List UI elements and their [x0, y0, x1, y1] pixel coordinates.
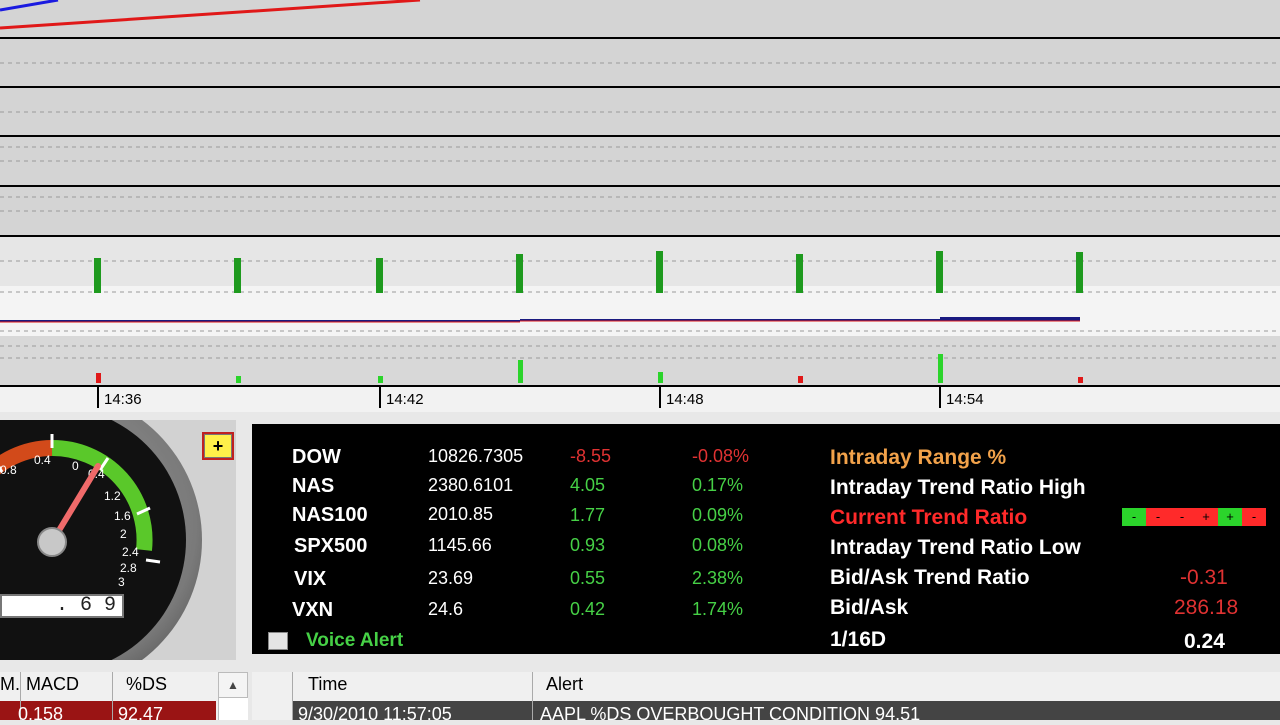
scroll-up-button[interactable]: ▲: [218, 672, 248, 698]
gauge-scale-label: 2: [120, 527, 127, 541]
signal-mark: [96, 373, 101, 383]
volume-bar: [936, 251, 943, 293]
intraday-range-label: Intraday Range %: [830, 446, 1007, 469]
column-header-alert[interactable]: Alert: [546, 674, 583, 695]
gauge-scale-label: 3: [118, 575, 125, 589]
bid-ask-label: Bid/Ask: [830, 596, 909, 619]
signal-mark: [658, 372, 663, 383]
volume-bar: [234, 258, 241, 293]
gauge-scale-label: 0: [72, 459, 79, 473]
alert-text-cell: AAPL %DS OVERBOUGHT CONDITION 94.51: [540, 704, 921, 724]
signal-mark: [378, 376, 383, 383]
market-value: 1145.66: [428, 535, 492, 555]
market-summary-panel: [252, 424, 1280, 654]
market-symbol: VIX: [294, 568, 327, 590]
signal-mark: [938, 354, 943, 383]
signal-mark: [518, 360, 523, 383]
ratio-cell: +: [1218, 508, 1242, 526]
gauge-tick: [145, 558, 161, 564]
column-separator: [532, 672, 533, 720]
sixteenth-value: 0.24: [1184, 630, 1225, 653]
gauge-scale-label: 1.6: [114, 509, 131, 523]
gauge-scale-label: 0.8: [0, 463, 17, 477]
market-symbol: NAS100: [292, 504, 368, 526]
trend-ratio-low-label: Intraday Trend Ratio Low: [830, 536, 1081, 559]
signal-mark: [236, 376, 241, 383]
volume-bar: [376, 258, 383, 293]
signal-panel-bg: [0, 336, 1280, 386]
alarm-add-button[interactable]: +: [202, 432, 234, 460]
market-pct: 2.38%: [692, 568, 744, 588]
market-value: 2380.6101: [428, 475, 514, 495]
chart-canvas: 14:36 14:42 14:48 14:54: [0, 0, 1280, 412]
gauge-scale-label: 1.2: [104, 489, 121, 503]
price-panel-bg: [0, 0, 1280, 236]
signal-mark: [798, 376, 803, 383]
gauge-panel: 0.8 0.4 0 0.4 1.2 1.6 2 2.4 2.8 3: [0, 390, 236, 690]
market-symbol: DOW: [292, 446, 341, 468]
market-value: 2010.85: [428, 504, 494, 524]
market-value: 10826.7305: [428, 446, 524, 466]
column-separator: [292, 672, 293, 720]
volume-bar: [516, 254, 523, 293]
trend-ratio-high-label: Intraday Trend Ratio High: [830, 476, 1086, 499]
gauge-readout: . 6 9: [0, 594, 124, 618]
market-pct: 0.17%: [692, 475, 744, 495]
ratio-cell: -: [1242, 508, 1266, 526]
scrollbar-track[interactable]: [218, 698, 248, 720]
trend-ratio-indicator: - - - + + -: [1122, 508, 1266, 526]
alert-time-cell: 9/30/2010 11:57:05: [298, 704, 452, 724]
column-header-macd[interactable]: MACD: [26, 674, 79, 695]
gauge-scale-label: 2.4: [122, 545, 139, 559]
market-pct: -0.08%: [692, 446, 750, 466]
volume-bar: [1076, 252, 1083, 293]
x-tick-label: 14:42: [386, 391, 424, 408]
bid-ask-trend-value: -0.31: [1180, 566, 1228, 589]
ratio-cell: +: [1194, 508, 1218, 526]
market-change: -8.55: [570, 446, 612, 466]
gauge-scale-label: 2.8: [120, 561, 137, 575]
column-header-ds[interactable]: %DS: [126, 674, 167, 695]
market-pct: 0.09%: [692, 505, 744, 525]
x-tick-label: 14:36: [104, 391, 142, 408]
market-value: 23.69: [428, 568, 474, 588]
trend-panel-bg: [0, 286, 1280, 336]
gauge-hub: [37, 527, 67, 557]
ratio-cell: -: [1146, 508, 1170, 526]
market-symbol: NAS: [292, 475, 335, 497]
time-axis-bg: [0, 386, 1280, 412]
market-symbol: SPX500: [294, 535, 368, 557]
bid-ask-trend-label: Bid/Ask Trend Ratio: [830, 566, 1030, 589]
ratio-cell: -: [1170, 508, 1194, 526]
column-separator: [112, 672, 113, 720]
column-header-time[interactable]: Time: [308, 674, 347, 695]
volume-bar: [94, 258, 101, 293]
column-header[interactable]: M.: [0, 674, 20, 695]
market-value: 24.6: [428, 599, 464, 619]
volume-bar: [796, 254, 803, 293]
ratio-cell: -: [1122, 508, 1146, 526]
voice-alert-checkbox[interactable]: [268, 632, 288, 650]
ds-cell: 92.47: [118, 704, 164, 724]
macd-cell: 0.158: [18, 704, 64, 724]
market-change: 0.42: [570, 599, 606, 619]
market-symbol: VXN: [292, 599, 334, 621]
volume-bar: [656, 251, 663, 293]
intraday-chart: 14:36 14:42 14:48 14:54: [0, 0, 1280, 412]
current-trend-ratio-label: Current Trend Ratio: [830, 506, 1028, 529]
signal-mark: [1078, 377, 1083, 383]
x-tick-label: 14:54: [946, 391, 984, 408]
gauge-scale-label: 0.4: [34, 453, 51, 467]
market-change: 1.77: [570, 505, 606, 525]
sixteenth-label: 1/16D: [830, 628, 887, 651]
bid-ask-value: 286.18: [1174, 596, 1239, 619]
trend-gauge: 0.8 0.4 0 0.4 1.2 1.6 2 2.4 2.8 3: [0, 390, 202, 690]
market-pct: 0.08%: [692, 535, 744, 555]
market-change: 0.93: [570, 535, 606, 555]
market-change: 4.05: [570, 475, 606, 495]
x-tick-label: 14:48: [666, 391, 704, 408]
market-change: 0.55: [570, 568, 606, 588]
market-pct: 1.74%: [692, 599, 744, 619]
voice-alert-label: Voice Alert: [306, 630, 404, 651]
